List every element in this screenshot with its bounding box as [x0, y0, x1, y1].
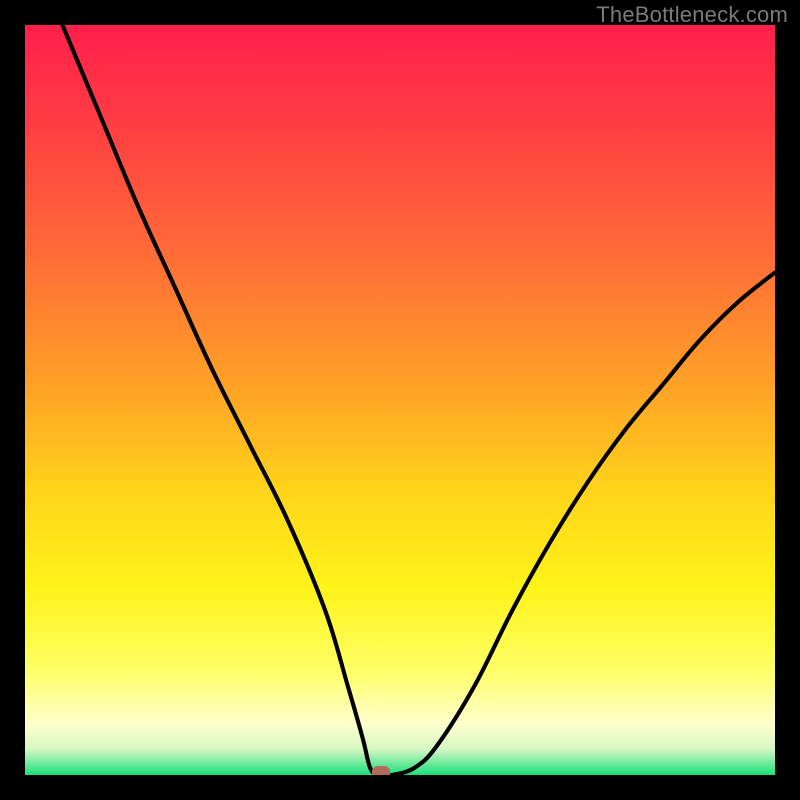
plot-area [25, 25, 775, 775]
min-marker [372, 766, 390, 775]
chart-frame: TheBottleneck.com [0, 0, 800, 800]
curve-path [63, 25, 776, 775]
watermark-label: TheBottleneck.com [596, 2, 788, 28]
bottleneck-curve [25, 25, 775, 775]
